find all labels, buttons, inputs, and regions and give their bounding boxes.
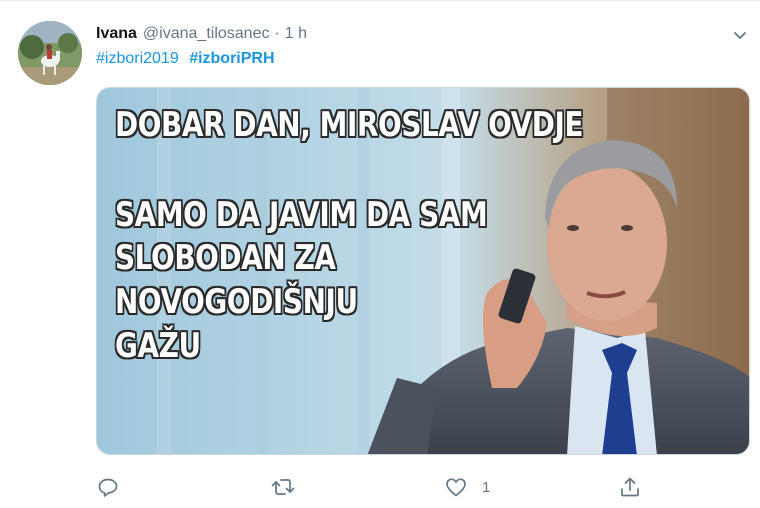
retweet-icon — [271, 479, 295, 495]
like-count: 1 — [482, 478, 491, 496]
share-button[interactable] — [618, 475, 642, 499]
tweet-header: Ivana @ivana_tilosanec · 1 h — [96, 23, 307, 45]
share-icon — [621, 477, 639, 497]
reply-icon — [98, 478, 118, 497]
author-name[interactable]: Ivana — [96, 25, 137, 43]
meme-text-line: DOBAR DAN, MIROSLAV OVDJE — [115, 105, 584, 145]
avatar[interactable] — [18, 21, 82, 85]
timestamp[interactable]: 1 h — [285, 25, 307, 43]
like-button[interactable]: 1 — [444, 475, 490, 499]
heart-icon — [446, 478, 466, 497]
chevron-down-icon[interactable] — [730, 25, 750, 45]
tweet-actions: 1 — [96, 471, 750, 505]
meme-text-line: GAŽU — [115, 326, 201, 366]
author-handle[interactable]: @ivana_tilosanec — [143, 25, 270, 43]
meme-text-line: SLOBODAN ZA — [115, 238, 336, 278]
tweet: Ivana @ivana_tilosanec · 1 h #izbori2019… — [0, 0, 760, 508]
tweet-media[interactable]: DOBAR DAN, MIROSLAV OVDJE SAMO DA JAVIM … — [96, 87, 750, 455]
hashtag-izboriprh[interactable]: #izboriPRH — [189, 50, 274, 67]
reply-button[interactable] — [96, 475, 120, 499]
retweet-button[interactable] — [270, 475, 296, 499]
meme-text-line: NOVOGODIŠNJU — [115, 282, 358, 322]
separator-dot: · — [274, 25, 280, 42]
meme-text-line: SAMO DA JAVIM DA SAM — [115, 195, 488, 235]
avatar-image — [18, 21, 82, 85]
hashtag-izbori2019[interactable]: #izbori2019 — [96, 50, 179, 67]
tweet-text: #izbori2019 #izboriPRH — [96, 50, 281, 68]
